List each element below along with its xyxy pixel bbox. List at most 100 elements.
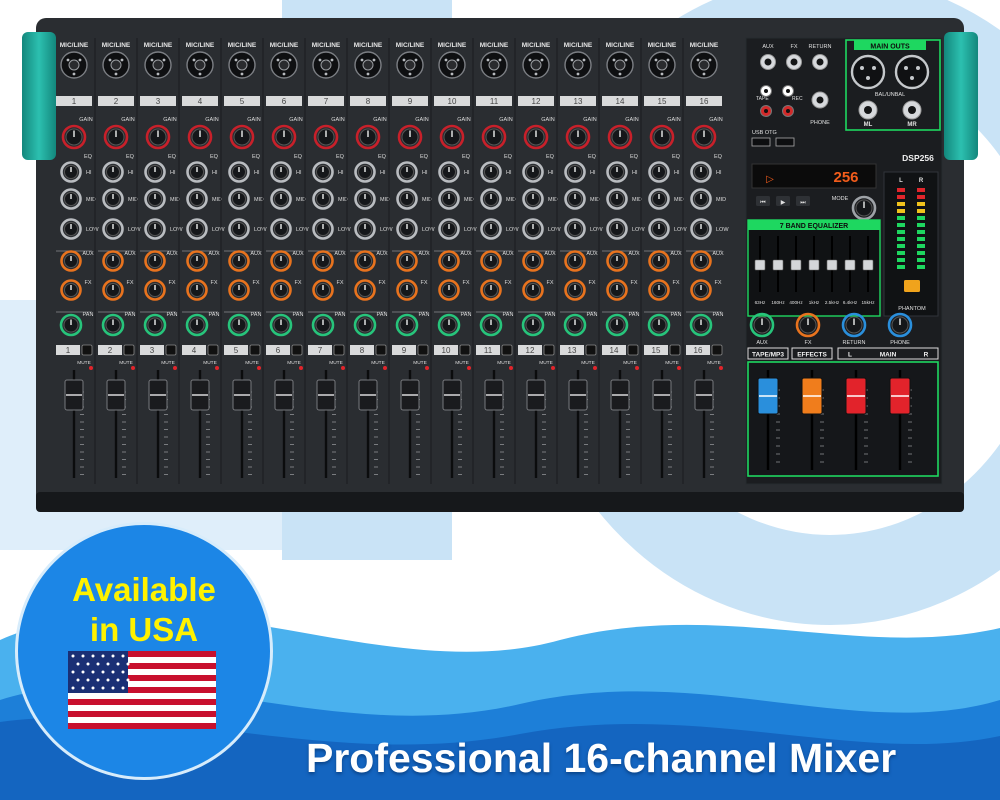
eq-mid-knob[interactable] bbox=[102, 188, 124, 210]
xlr-combo-jack[interactable] bbox=[270, 51, 298, 79]
mute-button[interactable] bbox=[123, 344, 135, 356]
channel-fader[interactable] bbox=[190, 379, 210, 411]
gain-knob[interactable] bbox=[481, 124, 507, 150]
gain-knob[interactable] bbox=[607, 124, 633, 150]
rca-jack[interactable] bbox=[782, 85, 794, 97]
mute-button[interactable] bbox=[501, 344, 513, 356]
main-left-fader[interactable] bbox=[845, 377, 867, 415]
xlr-combo-jack[interactable] bbox=[144, 51, 172, 79]
fx-knob[interactable] bbox=[60, 279, 82, 301]
aux-knob[interactable] bbox=[102, 250, 124, 272]
channel-fader[interactable] bbox=[274, 379, 294, 411]
pan-knob[interactable] bbox=[311, 313, 335, 337]
xlr-combo-jack[interactable] bbox=[312, 51, 340, 79]
eq-mid-knob[interactable] bbox=[648, 188, 670, 210]
eq-hi-knob[interactable] bbox=[438, 161, 460, 183]
eq-low-knob[interactable] bbox=[564, 218, 586, 240]
eq-mid-knob[interactable] bbox=[690, 188, 712, 210]
eq-hi-knob[interactable] bbox=[186, 161, 208, 183]
channel-fader[interactable] bbox=[232, 379, 252, 411]
eq-mid-knob[interactable] bbox=[396, 188, 418, 210]
channel-fader[interactable] bbox=[316, 379, 336, 411]
master-return-knob[interactable] bbox=[841, 312, 867, 338]
eq-band-slider[interactable] bbox=[754, 259, 766, 271]
aux-knob[interactable] bbox=[648, 250, 670, 272]
eq-hi-knob[interactable] bbox=[228, 161, 250, 183]
channel-fader[interactable] bbox=[526, 379, 546, 411]
channel-fader[interactable] bbox=[148, 379, 168, 411]
aux-knob[interactable] bbox=[228, 250, 250, 272]
mute-button[interactable] bbox=[417, 344, 429, 356]
pan-knob[interactable] bbox=[437, 313, 461, 337]
aux-knob[interactable] bbox=[522, 250, 544, 272]
gain-knob[interactable] bbox=[229, 124, 255, 150]
eq-hi-knob[interactable] bbox=[648, 161, 670, 183]
channel-fader[interactable] bbox=[652, 379, 672, 411]
fx-knob[interactable] bbox=[564, 279, 586, 301]
xlr-combo-jack[interactable] bbox=[102, 51, 130, 79]
eq-low-knob[interactable] bbox=[438, 218, 460, 240]
eq-band-slider[interactable] bbox=[826, 259, 838, 271]
mute-button[interactable] bbox=[207, 344, 219, 356]
gain-knob[interactable] bbox=[439, 124, 465, 150]
aux-knob[interactable] bbox=[564, 250, 586, 272]
eq-mid-knob[interactable] bbox=[60, 188, 82, 210]
eq-hi-knob[interactable] bbox=[522, 161, 544, 183]
usb-port[interactable] bbox=[775, 137, 795, 147]
eq-hi-knob[interactable] bbox=[60, 161, 82, 183]
fx-knob[interactable] bbox=[312, 279, 334, 301]
main-out-trs-left[interactable] bbox=[858, 100, 878, 120]
eq-hi-knob[interactable] bbox=[564, 161, 586, 183]
aux-knob[interactable] bbox=[312, 250, 334, 272]
eq-hi-knob[interactable] bbox=[312, 161, 334, 183]
gain-knob[interactable] bbox=[313, 124, 339, 150]
xlr-combo-jack[interactable] bbox=[648, 51, 676, 79]
pan-knob[interactable] bbox=[143, 313, 167, 337]
xlr-combo-jack[interactable] bbox=[60, 51, 88, 79]
eq-mid-knob[interactable] bbox=[564, 188, 586, 210]
main-right-fader[interactable] bbox=[889, 377, 911, 415]
mute-button[interactable] bbox=[81, 344, 93, 356]
eq-mid-knob[interactable] bbox=[438, 188, 460, 210]
aux-knob[interactable] bbox=[270, 250, 292, 272]
fx-knob[interactable] bbox=[186, 279, 208, 301]
eq-hi-knob[interactable] bbox=[396, 161, 418, 183]
eq-mid-knob[interactable] bbox=[270, 188, 292, 210]
master-aux-knob[interactable] bbox=[749, 312, 775, 338]
eq-mid-knob[interactable] bbox=[144, 188, 166, 210]
eq-hi-knob[interactable] bbox=[606, 161, 628, 183]
gain-knob[interactable] bbox=[61, 124, 87, 150]
eq-mid-knob[interactable] bbox=[312, 188, 334, 210]
pan-knob[interactable] bbox=[479, 313, 503, 337]
eq-hi-knob[interactable] bbox=[102, 161, 124, 183]
channel-fader[interactable] bbox=[568, 379, 588, 411]
mute-button[interactable] bbox=[249, 344, 261, 356]
eq-low-knob[interactable] bbox=[144, 218, 166, 240]
eq-mid-knob[interactable] bbox=[480, 188, 502, 210]
aux-knob[interactable] bbox=[480, 250, 502, 272]
channel-fader[interactable] bbox=[358, 379, 378, 411]
mute-button[interactable] bbox=[543, 344, 555, 356]
pan-knob[interactable] bbox=[59, 313, 83, 337]
eq-mid-knob[interactable] bbox=[354, 188, 376, 210]
pan-knob[interactable] bbox=[395, 313, 419, 337]
eq-band-slider[interactable] bbox=[790, 259, 802, 271]
main-out-xlr-right[interactable] bbox=[894, 54, 930, 90]
mute-button[interactable] bbox=[291, 344, 303, 356]
eq-low-knob[interactable] bbox=[690, 218, 712, 240]
eq-hi-knob[interactable] bbox=[144, 161, 166, 183]
pan-knob[interactable] bbox=[101, 313, 125, 337]
eq-low-knob[interactable] bbox=[228, 218, 250, 240]
mute-button[interactable] bbox=[165, 344, 177, 356]
rca-jack[interactable] bbox=[782, 105, 794, 117]
aux-knob[interactable] bbox=[354, 250, 376, 272]
fx-knob[interactable] bbox=[438, 279, 460, 301]
fx-knob[interactable] bbox=[354, 279, 376, 301]
channel-fader[interactable] bbox=[64, 379, 84, 411]
pan-knob[interactable] bbox=[185, 313, 209, 337]
pan-knob[interactable] bbox=[647, 313, 671, 337]
fx-knob[interactable] bbox=[144, 279, 166, 301]
eq-band-slider[interactable] bbox=[862, 259, 874, 271]
fx-knob[interactable] bbox=[396, 279, 418, 301]
mute-button[interactable] bbox=[711, 344, 723, 356]
